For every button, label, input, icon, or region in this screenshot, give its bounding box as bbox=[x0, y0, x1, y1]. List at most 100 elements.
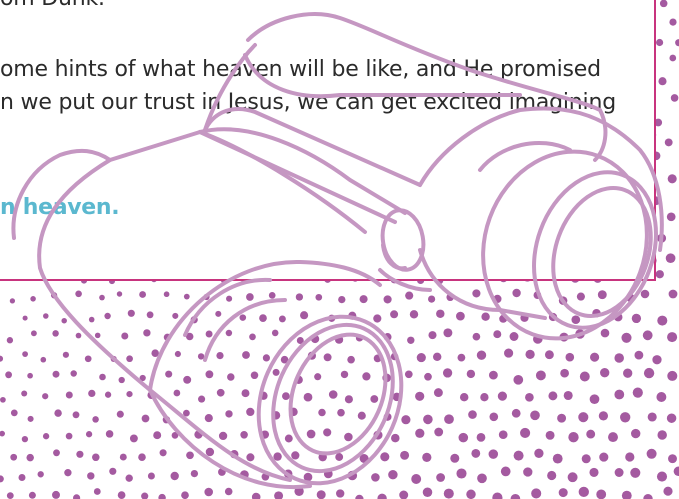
halftone-dot bbox=[250, 371, 259, 380]
halftone-dot bbox=[509, 332, 519, 341]
halftone-dot bbox=[53, 449, 60, 457]
halftone-dot bbox=[338, 295, 346, 304]
halftone-dot bbox=[190, 316, 198, 324]
halftone-dot bbox=[147, 391, 156, 399]
halftone-dot bbox=[282, 392, 290, 400]
halftone-dot bbox=[163, 333, 172, 341]
halftone-dot bbox=[589, 394, 600, 405]
halftone-dot bbox=[259, 314, 267, 322]
halftone-dot bbox=[488, 370, 498, 380]
halftone-dot bbox=[92, 453, 100, 462]
halftone-dot bbox=[608, 432, 618, 443]
halftone-dot bbox=[359, 295, 368, 304]
halftone-dot bbox=[373, 430, 383, 440]
halftone-dot bbox=[634, 350, 644, 360]
halftone-dot bbox=[5, 371, 12, 379]
halftone-dot bbox=[165, 370, 173, 378]
halftone-dot bbox=[623, 368, 633, 378]
halftone-dot bbox=[183, 409, 190, 417]
halftone-dot bbox=[643, 494, 653, 499]
halftone-dot bbox=[513, 450, 524, 461]
halftone-dot bbox=[621, 332, 632, 343]
halftone-dot bbox=[335, 453, 344, 461]
halftone-dot bbox=[563, 390, 573, 401]
halftone-dot bbox=[548, 312, 558, 322]
halftone-dot bbox=[590, 352, 600, 362]
halftone-dot bbox=[459, 392, 469, 402]
halftone-dot bbox=[163, 291, 170, 298]
halftone-dot bbox=[225, 410, 233, 418]
halftone-dot bbox=[422, 452, 432, 463]
halftone-dot bbox=[535, 370, 546, 381]
halftone-dot bbox=[621, 490, 632, 499]
halftone-dot bbox=[116, 291, 123, 297]
halftone-dot bbox=[294, 375, 303, 384]
halftone-dot bbox=[204, 414, 213, 423]
halftone-dot bbox=[0, 475, 4, 483]
halftone-dot bbox=[197, 353, 205, 360]
halftone-dot bbox=[241, 389, 250, 398]
halftone-dot bbox=[512, 288, 521, 298]
halftone-dot bbox=[230, 450, 239, 459]
halftone-dot bbox=[575, 329, 585, 339]
halftone-dot bbox=[65, 432, 73, 440]
halftone-dot bbox=[668, 454, 677, 464]
halftone-dot bbox=[198, 395, 206, 403]
halftone-dot bbox=[85, 431, 93, 438]
halftone-dot bbox=[620, 412, 631, 423]
halftone-dot bbox=[476, 433, 486, 442]
halftone-dot bbox=[272, 368, 280, 376]
halftone-dot bbox=[328, 390, 338, 399]
halftone-dot bbox=[88, 389, 96, 398]
halftone-dot bbox=[458, 432, 469, 443]
body-text-line-top: om Dunk. bbox=[0, 0, 105, 11]
halftone-dot bbox=[373, 314, 382, 323]
halftone-dot bbox=[436, 309, 445, 319]
halftone-dot bbox=[444, 414, 454, 425]
halftone-dot bbox=[658, 77, 667, 86]
halftone-dot bbox=[416, 353, 426, 363]
halftone-dot bbox=[104, 312, 111, 320]
halftone-dot bbox=[466, 489, 476, 499]
halftone-dot bbox=[581, 454, 591, 464]
halftone-dot bbox=[457, 353, 466, 362]
halftone-dot bbox=[468, 410, 477, 419]
halftone-dot bbox=[99, 373, 106, 381]
halftone-dot bbox=[383, 412, 392, 421]
halftone-dot bbox=[493, 294, 502, 304]
halftone-dot bbox=[557, 413, 567, 423]
body-text-line-2: n we put our trust in Jesus, we can get … bbox=[0, 90, 616, 115]
halftone-dot bbox=[631, 313, 642, 324]
halftone-dot bbox=[663, 486, 673, 496]
halftone-dot bbox=[216, 352, 224, 360]
halftone-dot bbox=[251, 492, 261, 499]
halftone-dot bbox=[589, 467, 599, 477]
halftone-dot bbox=[657, 233, 667, 243]
halftone-dot bbox=[9, 298, 16, 304]
halftone-dot bbox=[147, 472, 155, 480]
halftone-dot bbox=[116, 410, 124, 418]
halftone-dot bbox=[227, 373, 235, 381]
halftone-dot bbox=[159, 449, 167, 457]
halftone-dot bbox=[273, 452, 282, 461]
halftone-dot bbox=[525, 392, 534, 402]
halftone-dot bbox=[65, 391, 73, 399]
halftone-dot bbox=[471, 448, 481, 458]
halftone-dot bbox=[655, 270, 664, 279]
halftone-dot bbox=[481, 312, 490, 321]
halftone-dot bbox=[271, 411, 281, 420]
halftone-dot bbox=[143, 329, 151, 337]
halftone-dot bbox=[614, 389, 625, 400]
halftone-dot bbox=[545, 430, 555, 440]
halftone-dot bbox=[558, 488, 568, 498]
halftone-dot bbox=[268, 292, 276, 299]
halftone-dot bbox=[665, 253, 676, 264]
halftone-dot bbox=[631, 428, 641, 439]
halftone-dot bbox=[92, 416, 99, 423]
halftone-dot bbox=[559, 332, 569, 342]
halftone-dot bbox=[218, 468, 226, 476]
halftone-dot bbox=[139, 291, 147, 298]
halftone-dot bbox=[118, 376, 125, 384]
halftone-dot bbox=[185, 332, 194, 341]
halftone-dot bbox=[656, 38, 664, 47]
